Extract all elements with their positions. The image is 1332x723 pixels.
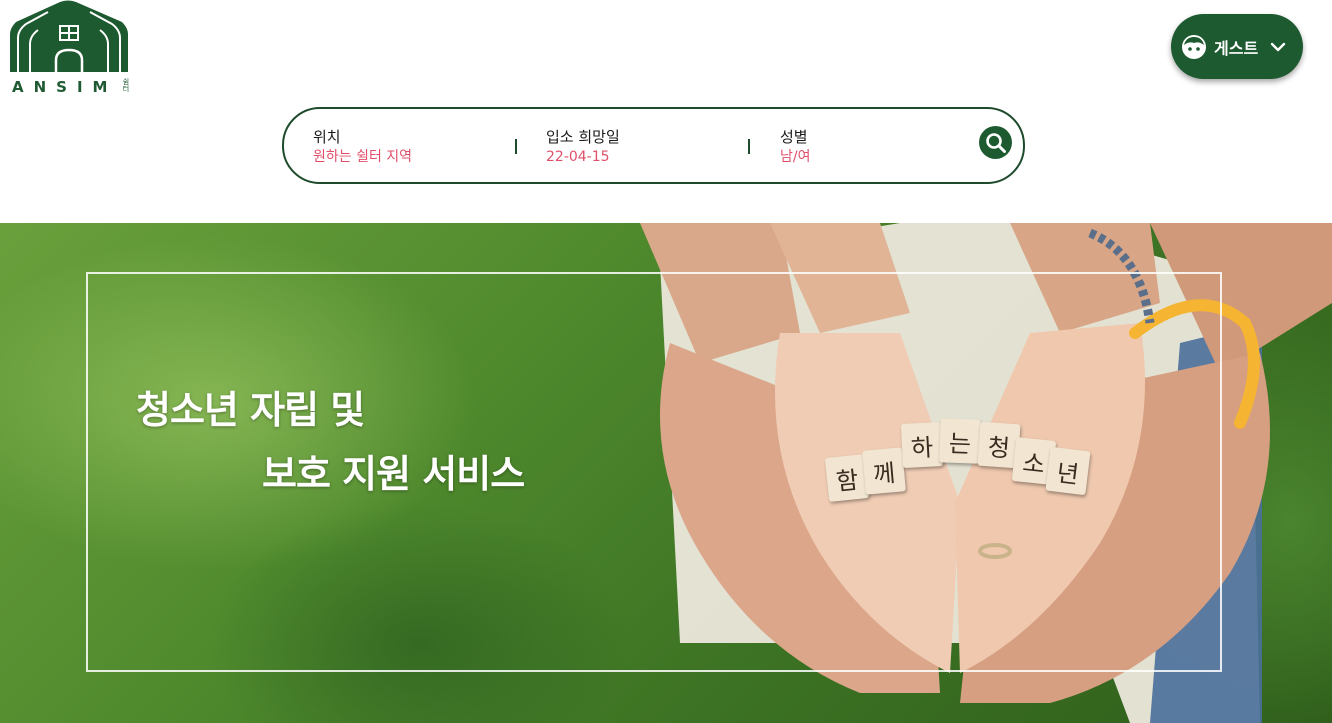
gender-title: 성별 <box>780 128 808 146</box>
gender-field[interactable]: 성별 남/여 <box>780 127 810 167</box>
field-divider <box>515 139 517 154</box>
search-icon <box>985 132 1006 153</box>
guest-menu-button[interactable]: 게스트 <box>1171 14 1303 79</box>
brand-sub: 쉼터 <box>122 78 130 92</box>
letter-tile: 년 <box>1045 446 1091 496</box>
letter-tile: 하 <box>900 421 944 469</box>
location-field[interactable]: 위치 원하는 쉴터 지역 <box>313 127 412 167</box>
guest-label: 게스트 <box>1214 38 1259 58</box>
location-value: 원하는 쉴터 지역 <box>313 149 413 165</box>
move-in-date-field[interactable]: 입소 희망일 22-04-15 <box>546 127 620 167</box>
hero-title-line1: 청소년 자립 및 <box>136 388 365 432</box>
gender-value: 남/여 <box>780 149 811 165</box>
ansim-logo[interactable]: ANSIM 쉼터 <box>8 0 133 98</box>
letter-tile: 는 <box>939 418 981 464</box>
chevron-down-icon <box>1270 42 1286 51</box>
field-divider <box>748 139 750 154</box>
shelter-search-bar: 위치 원하는 쉴터 지역 입소 희망일 22-04-15 성별 남/여 <box>282 107 1025 184</box>
hero-title-line2: 보호 지원 서비스 <box>262 452 525 496</box>
hero-banner: 청소년 자립 및 보호 지원 서비스 함 께 하 는 청 소 년 <box>0 223 1332 723</box>
location-title: 위치 <box>313 128 341 146</box>
user-face-icon <box>1182 34 1206 59</box>
search-button[interactable] <box>979 126 1012 159</box>
house-logo-icon <box>10 0 128 72</box>
date-title: 입소 희망일 <box>546 128 620 146</box>
letter-tile: 께 <box>862 447 906 495</box>
date-value: 22-04-15 <box>546 149 610 165</box>
brand-name: ANSIM <box>12 78 118 96</box>
